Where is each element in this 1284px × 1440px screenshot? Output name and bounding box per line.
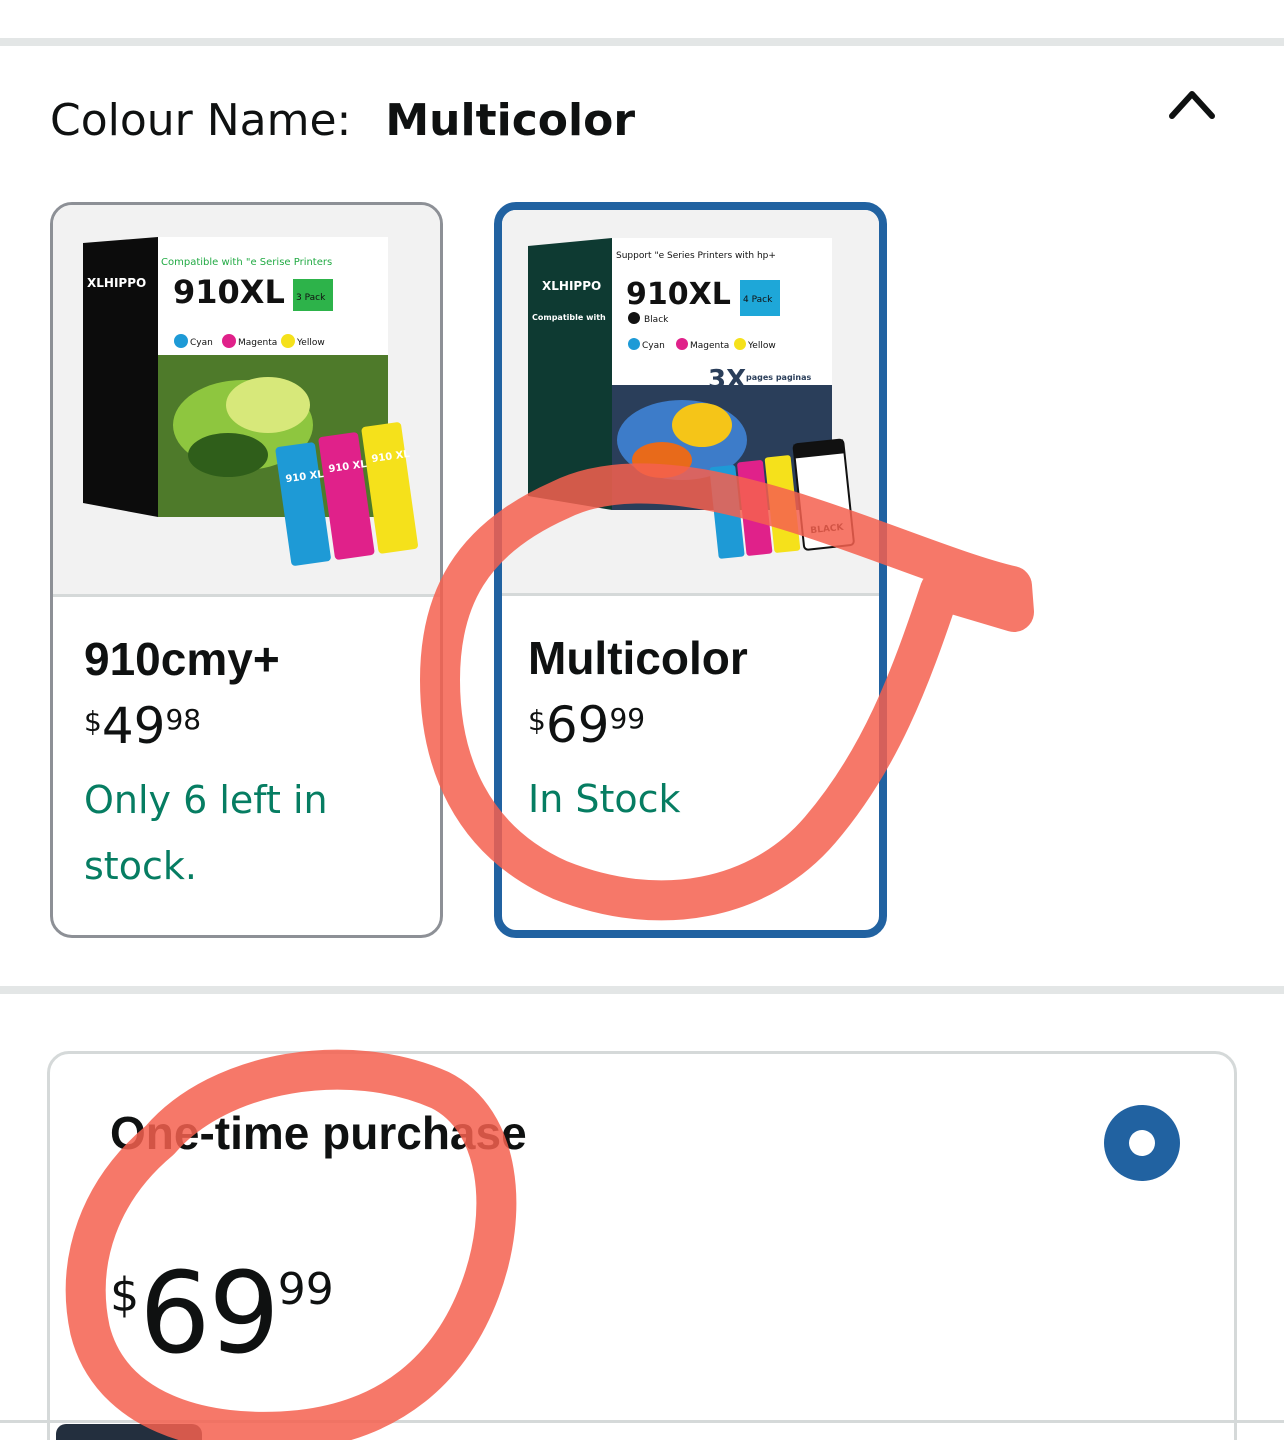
colour-name-header: Colour Name: Multicolor	[50, 88, 635, 152]
swatch-price: $ 49 98	[84, 697, 430, 755]
one-time-purchase-card[interactable]: One-time purchase $ 69 99	[47, 1051, 1237, 1440]
black-text: Black	[644, 315, 669, 325]
availability-text: Only 6 left in stock.	[84, 778, 328, 888]
bottom-divider	[0, 1420, 1284, 1423]
colour-name-label: Colour Name:	[50, 94, 352, 146]
price-whole: 69	[139, 1249, 280, 1379]
price-whole: 69	[545, 696, 610, 754]
swatch-910cmy-plus[interactable]: XLHIPPO Compatible with "e Serise Printe…	[50, 202, 443, 938]
availability-text: In Stock	[528, 777, 681, 821]
cyan-text-1: Cyan	[190, 338, 213, 348]
swatch-price: $ 69 99	[528, 696, 869, 754]
pages-3x-text: 3X	[708, 365, 746, 395]
cyan-text-2: Cyan	[642, 341, 665, 351]
price-whole: 49	[101, 697, 166, 755]
pages-sub-text: pages paginas	[746, 373, 812, 382]
price-symbol: $	[84, 705, 102, 738]
price-fraction: 99	[609, 702, 646, 735]
ink-box-illustration: XLHIPPO Compatible with Support "e Serie…	[528, 238, 855, 559]
price-symbol: $	[110, 1268, 140, 1322]
magenta-text-1: Magenta	[238, 338, 277, 348]
ink-box-illustration: XLHIPPO Compatible with "e Serise Printe…	[83, 237, 418, 566]
swatch-multicolor[interactable]: XLHIPPO Compatible with Support "e Serie…	[494, 202, 887, 938]
product-image-3-pack: XLHIPPO Compatible with "e Serise Printe…	[53, 205, 440, 597]
yellow-text-1: Yellow	[296, 338, 325, 348]
purchase-radio-button[interactable]	[1104, 1105, 1180, 1181]
swatch-name: Multicolor	[528, 632, 748, 684]
model-text-2: 910XL	[626, 277, 731, 312]
yellow-text-2: Yellow	[747, 341, 776, 351]
purchase-option-title: One-time purchase	[110, 1107, 527, 1159]
price-fraction: 99	[277, 1264, 334, 1315]
brand-text-2: XLHIPPO	[542, 279, 601, 293]
product-image-4-pack: XLHIPPO Compatible with Support "e Serie…	[502, 210, 879, 596]
brand-text-1: XLHIPPO	[87, 276, 146, 290]
swatch-name: 910cmy+	[84, 633, 280, 685]
section-divider	[0, 986, 1284, 994]
model-text-1: 910XL	[173, 273, 285, 311]
pack-text-2: 4 Pack	[743, 295, 773, 305]
bottom-button-peek[interactable]	[56, 1424, 202, 1440]
magenta-text-2: Magenta	[690, 341, 729, 351]
top-divider	[0, 38, 1284, 46]
price-fraction: 98	[165, 703, 202, 736]
chevron-up-icon[interactable]	[1166, 84, 1218, 128]
compat-text-2: Support "e Series Printers with hp+	[616, 251, 776, 261]
pack-text-1: 3 Pack	[296, 293, 326, 303]
purchase-price: $ 69 99	[110, 1254, 334, 1374]
compatible-with-text: Compatible with	[532, 313, 606, 322]
colour-name-value: Multicolor	[385, 94, 636, 146]
compat-text-1: Compatible with "e Serise Printers	[161, 257, 332, 268]
price-symbol: $	[528, 704, 546, 737]
